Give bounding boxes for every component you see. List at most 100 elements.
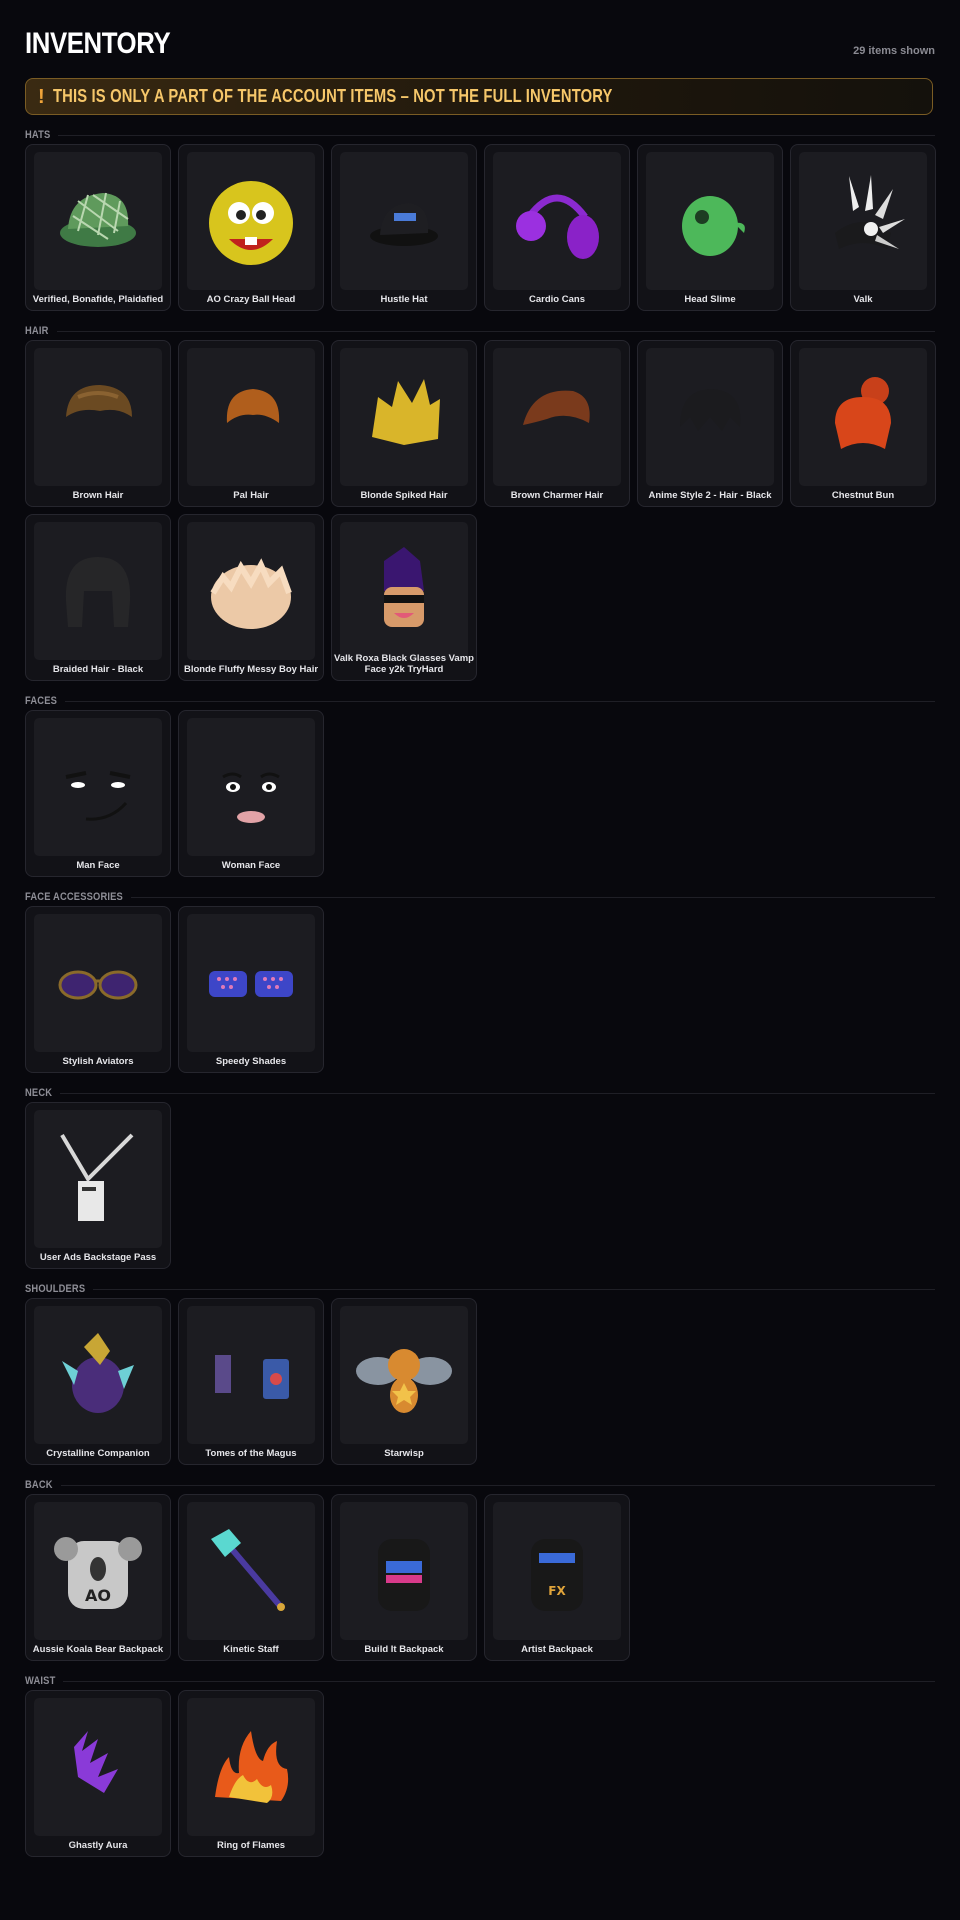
black-backpack-icon — [340, 1502, 468, 1640]
item-card[interactable]: AO Crazy Ball Head — [178, 144, 324, 311]
section-divider — [65, 701, 935, 702]
koala-backpack-icon: AO — [34, 1502, 162, 1640]
brown-charmer-hair-icon — [493, 348, 621, 486]
flames-icon — [187, 1698, 315, 1836]
section-divider — [56, 331, 935, 332]
blonde-spiked-hair-icon — [340, 348, 468, 486]
woman-face-icon — [187, 718, 315, 856]
item-name: Starwisp — [384, 1448, 424, 1459]
section-divider — [93, 1289, 935, 1290]
chestnut-bun-icon — [799, 348, 927, 486]
item-card[interactable]: User Ads Backstage Pass — [25, 1102, 171, 1269]
item-name: Man Face — [76, 860, 120, 871]
aviators-icon — [34, 914, 162, 1052]
valkyrie-helm-icon — [799, 152, 927, 290]
item-grid: Man Face Woman Face — [25, 710, 936, 877]
item-card[interactable]: Build It Backpack — [331, 1494, 477, 1661]
item-card[interactable]: FX Artist Backpack — [484, 1494, 630, 1661]
section-back: BACK AO Aussie Koala Bear Backpack Kinetic … — [25, 1478, 935, 1661]
item-card[interactable]: Hustle Hat — [331, 144, 477, 311]
item-name: Brown Hair — [72, 490, 124, 501]
warning-text: THIS IS ONLY A PART OF THE ACCOUNT ITEMS… — [52, 86, 613, 106]
item-name: Aussie Koala Bear Backpack — [32, 1644, 164, 1655]
section-label: FACES — [25, 695, 58, 707]
item-card[interactable]: Ghastly Aura — [25, 1690, 171, 1857]
item-card[interactable]: Valk — [790, 144, 936, 311]
section-label: HAIR — [25, 325, 49, 337]
section-faces: FACES Man Face Woman Face — [25, 694, 935, 877]
page-title: INVENTORY — [25, 27, 171, 60]
starwisp-icon — [340, 1306, 468, 1444]
item-name: Blonde Fluffy Messy Boy Hair — [183, 664, 319, 675]
item-name: Blonde Spiked Hair — [360, 490, 448, 501]
item-card[interactable]: Crystalline Companion — [25, 1298, 171, 1465]
section-neck: NECK User Ads Backstage Pass — [25, 1086, 935, 1269]
item-name: Stylish Aviators — [62, 1056, 134, 1067]
item-card[interactable]: Brown Charmer Hair — [484, 340, 630, 507]
shutter-shades-icon — [187, 914, 315, 1052]
pal-hair-icon — [187, 348, 315, 486]
svg-text:FX: FX — [548, 1584, 566, 1598]
section-divider — [60, 1485, 935, 1486]
item-name: Kinetic Staff — [223, 1644, 279, 1655]
section-hair: HAIR Brown Hair Pal Hair Blonde Spiked Hair… — [25, 324, 936, 681]
item-name: Speedy Shades — [215, 1056, 287, 1067]
item-card[interactable]: Speedy Shades — [178, 906, 324, 1073]
item-card[interactable]: Man Face — [25, 710, 171, 877]
section-header: HAIR — [25, 324, 935, 338]
items-count: 29 items shown — [853, 45, 935, 57]
warning-icon: ! — [38, 85, 45, 108]
section-header: BACK — [25, 1478, 935, 1492]
section-shoulders: SHOULDERS Crystalline Companion Tomes of t… — [25, 1282, 935, 1465]
section-label: BACK — [25, 1479, 53, 1491]
section-label: NECK — [25, 1087, 53, 1099]
item-name: Braided Hair - Black — [52, 664, 144, 675]
section-face-accessories: FACE ACCESSORIES Stylish Aviators Speedy S… — [25, 890, 935, 1073]
item-card[interactable]: AO Aussie Koala Bear Backpack — [25, 1494, 171, 1661]
item-card[interactable]: Woman Face — [178, 710, 324, 877]
item-card[interactable]: Head Slime — [637, 144, 783, 311]
item-card[interactable]: Braided Hair - Black — [25, 514, 171, 681]
section-header: WAIST — [25, 1674, 935, 1688]
item-card[interactable]: Pal Hair — [178, 340, 324, 507]
section-waist: WAIST Ghastly Aura Ring of Flames — [25, 1674, 935, 1857]
item-card[interactable]: Stylish Aviators — [25, 906, 171, 1073]
item-card[interactable]: Starwisp — [331, 1298, 477, 1465]
item-card[interactable]: Anime Style 2 - Hair - Black — [637, 340, 783, 507]
item-card[interactable]: Chestnut Bun — [790, 340, 936, 507]
item-grid: Crystalline Companion Tomes of the Magus S… — [25, 1298, 936, 1465]
item-grid: AO Aussie Koala Bear Backpack Kinetic Staf… — [25, 1494, 936, 1661]
item-name: Brown Charmer Hair — [510, 490, 604, 501]
item-grid: Stylish Aviators Speedy Shades — [25, 906, 936, 1073]
item-card[interactable]: Verified, Bonafide, Plaidafied — [25, 144, 171, 311]
section-label: HATS — [25, 129, 51, 141]
purple-aura-icon — [34, 1698, 162, 1836]
item-name: Ghastly Aura — [68, 1840, 128, 1851]
item-name: Valk — [853, 294, 873, 305]
item-grid: Ghastly Aura Ring of Flames — [25, 1690, 936, 1857]
item-card[interactable]: Tomes of the Magus — [178, 1298, 324, 1465]
section-header: FACE ACCESSORIES — [25, 890, 935, 904]
section-header: HATS — [25, 128, 935, 142]
black-cap-icon — [340, 152, 468, 290]
vamp-avatar-icon — [340, 522, 468, 660]
item-card[interactable]: Valk Roxa Black Glasses Vamp Face y2k Tr… — [331, 514, 477, 681]
item-name: Cardio Cans — [529, 294, 585, 305]
item-name: Ring of Flames — [216, 1840, 286, 1851]
item-name: User Ads Backstage Pass — [39, 1252, 157, 1263]
purple-earmuffs-icon — [493, 152, 621, 290]
item-card[interactable]: Kinetic Staff — [178, 1494, 324, 1661]
item-card[interactable]: Brown Hair — [25, 340, 171, 507]
section-header: SHOULDERS — [25, 1282, 935, 1296]
section-header: FACES — [25, 694, 935, 708]
item-name: Tomes of the Magus — [205, 1448, 297, 1459]
item-name: Verified, Bonafide, Plaidafied — [32, 294, 164, 305]
black-anime-hair-icon — [646, 348, 774, 486]
item-name: Crystalline Companion — [46, 1448, 150, 1459]
item-name: Artist Backpack — [521, 1644, 593, 1655]
item-card[interactable]: Blonde Fluffy Messy Boy Hair — [178, 514, 324, 681]
item-card[interactable]: Cardio Cans — [484, 144, 630, 311]
item-card[interactable]: Blonde Spiked Hair — [331, 340, 477, 507]
item-name: Head Slime — [684, 294, 736, 305]
item-card[interactable]: Ring of Flames — [178, 1690, 324, 1857]
